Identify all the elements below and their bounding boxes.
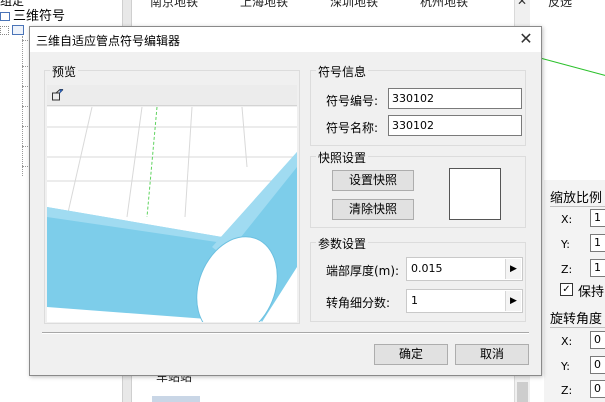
preview-group-label: 预览 <box>50 63 79 80</box>
snapshot-thumbnail <box>449 168 501 220</box>
scale-section-title: 缩放比例 <box>550 191 603 206</box>
rotation-x-input[interactable]: 0 <box>590 331 605 349</box>
keep-ratio-label: 保持 <box>578 285 605 300</box>
thickness-label: 端部厚度(m): <box>326 264 400 278</box>
axis-line <box>146 107 158 218</box>
snapshot-group-label: 快照设置 <box>316 149 369 166</box>
symbol-name-input[interactable] <box>388 115 522 136</box>
section-divider <box>550 327 605 328</box>
preview-toolbar <box>47 85 297 106</box>
cancel-button[interactable]: 取消 <box>455 344 529 365</box>
tab-shenzhen[interactable]: 深圳地铁 <box>330 0 378 10</box>
triangle-right-icon[interactable]: ▶ <box>505 291 521 311</box>
rotation-z-input[interactable]: 0 <box>590 380 605 398</box>
symbol-code-input[interactable] <box>388 88 522 109</box>
dialog-title: 三维自适应管点符号编辑器 <box>36 34 181 48</box>
tree-root-item[interactable]: 三维符号 <box>0 5 65 24</box>
tab-shanghai[interactable]: 上海地铁 <box>240 0 288 10</box>
segments-spinner[interactable]: 1 ▶ <box>406 289 523 313</box>
thickness-spinner[interactable]: 0.015 ▶ <box>406 257 523 281</box>
close-icon[interactable]: ✕ <box>517 0 527 8</box>
cube-view-icon[interactable] <box>51 88 65 102</box>
symbol-info-group: 符号信息 符号编号: 符号名称: <box>310 63 526 146</box>
scale-y-label: Y: <box>561 238 570 251</box>
preview-group: 预览 <box>44 63 300 324</box>
category-tabs: 南京地铁 上海地铁 深圳地铁 杭州地铁 <box>132 0 515 10</box>
tree-root-label: 三维符号 <box>13 9 66 24</box>
keep-ratio-checkbox[interactable]: ✓ <box>560 283 573 296</box>
scale-x-label: X: <box>561 213 573 226</box>
scale-x-input[interactable]: 1 <box>590 209 605 227</box>
rotation-z-label: Z: <box>561 384 573 397</box>
close-icon[interactable]: ✕ <box>515 29 537 49</box>
set-snapshot-button[interactable]: 设置快照 <box>332 170 414 191</box>
symbol-name-label: 符号名称: <box>326 121 379 135</box>
rotation-x-label: X: <box>561 335 573 348</box>
snapshot-group: 快照设置 设置快照 清除快照 <box>310 149 526 228</box>
rotation-section-title: 旋转角度 <box>550 312 603 327</box>
symbol-info-label: 符号信息 <box>316 63 369 80</box>
tree-node-icon <box>0 12 10 21</box>
segments-label: 转角细分数: <box>326 296 391 310</box>
folder-icon <box>12 25 24 35</box>
params-group-label: 参数设置 <box>316 235 369 252</box>
symbol-thumbnail[interactable] <box>152 396 200 402</box>
symbol-code-label: 符号编号: <box>326 94 379 108</box>
expand-toggle-icon[interactable] <box>0 26 9 35</box>
rotation-y-label: Y: <box>561 360 570 373</box>
preview-viewport[interactable] <box>47 107 297 322</box>
thickness-value[interactable]: 0.015 <box>411 262 443 275</box>
rotation-y-input[interactable]: 0 <box>590 356 605 374</box>
invert-select-label[interactable]: 反选 <box>548 0 572 10</box>
section-divider <box>550 206 605 207</box>
tab-nanjing[interactable]: 南京地铁 <box>150 0 198 10</box>
ok-button[interactable]: 确定 <box>374 344 448 365</box>
scale-y-input[interactable]: 1 <box>590 234 605 252</box>
clear-snapshot-button[interactable]: 清除快照 <box>332 199 414 220</box>
tree-child-item[interactable] <box>0 24 30 36</box>
dialog-titlebar[interactable]: 三维自适应管点符号编辑器 ✕ <box>30 27 541 52</box>
params-group: 参数设置 端部厚度(m): 0.015 ▶ 转角细分数: 1 ▶ <box>310 235 526 322</box>
pipe-preview-svg <box>47 107 297 322</box>
scale-z-input[interactable]: 1 <box>590 259 605 277</box>
scale-z-label: Z: <box>561 263 573 276</box>
triangle-right-icon[interactable]: ▶ <box>505 259 521 279</box>
footer-separator <box>42 332 529 334</box>
symbol-editor-dialog: 三维自适应管点符号编辑器 ✕ 预览 符号信息 符号编号: 330102 符号名称… <box>29 26 542 376</box>
transform-panel: 缩放比例 X: 1 Y: 1 Z: 1 ✓ 保持 旋转角度 X: 0 Y: 0 … <box>544 180 605 402</box>
scrollbar-thumb[interactable] <box>517 382 528 402</box>
viewport-axis-line <box>541 58 605 78</box>
segments-value[interactable]: 1 <box>411 294 418 307</box>
tab-hangzhou[interactable]: 杭州地铁 <box>420 0 468 10</box>
